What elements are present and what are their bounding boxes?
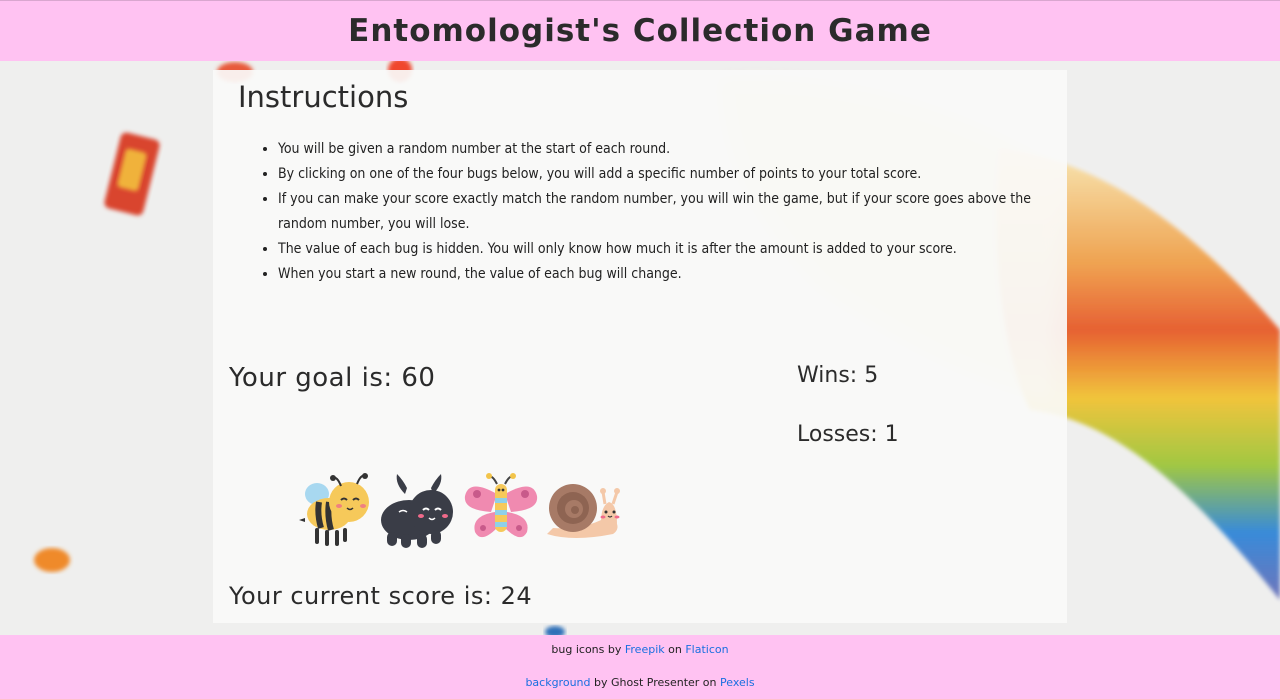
bug-buttons	[297, 468, 623, 552]
losses-counter: Losses: 1	[797, 422, 899, 447]
beetle-icon	[381, 474, 453, 548]
instructions-title: Instructions	[238, 80, 409, 114]
snail-icon	[547, 484, 620, 538]
footer-bar: bug icons by Freepik on Flaticon backgro…	[0, 635, 1280, 699]
current-score: Your current score is: 24	[229, 582, 533, 610]
footer-credits-icons: bug icons by Freepik on Flaticon	[0, 643, 1280, 656]
freepik-link[interactable]: Freepik	[625, 643, 665, 656]
instruction-item: When you start a new round, the value of…	[278, 262, 1068, 287]
game-panel: Instructions You will be given a random …	[213, 70, 1067, 623]
instructions-list: You will be given a random number at the…	[253, 137, 1068, 287]
wins-counter: Wins: 5	[797, 363, 879, 388]
header-bar: Entomologist's Collection Game	[0, 0, 1280, 61]
goal-label: Your goal is: 60	[229, 363, 436, 393]
background-link[interactable]: background	[525, 676, 590, 689]
page-title: Entomologist's Collection Game	[348, 13, 932, 49]
instruction-item: By clicking on one of the four bugs belo…	[278, 162, 1068, 187]
footer-credits-background: background by Ghost Presenter on Pexels	[0, 676, 1280, 689]
snail-button[interactable]	[543, 472, 623, 552]
bee-icon	[299, 473, 369, 546]
footer-text: on	[664, 643, 686, 656]
instruction-item: The value of each bug is hidden. You wil…	[278, 237, 1068, 262]
footer-text: bug icons by	[551, 643, 625, 656]
flaticon-link[interactable]: Flaticon	[685, 643, 728, 656]
pexels-link[interactable]: Pexels	[720, 676, 755, 689]
footer-text: by Ghost Presenter on	[590, 676, 721, 689]
instruction-item: You will be given a random number at the…	[278, 137, 1068, 162]
butterfly-button[interactable]	[461, 472, 541, 552]
butterfly-icon	[464, 473, 538, 538]
bee-button[interactable]	[297, 472, 377, 552]
instruction-item: If you can make your score exactly match…	[278, 187, 1068, 237]
beetle-button[interactable]	[379, 472, 459, 552]
